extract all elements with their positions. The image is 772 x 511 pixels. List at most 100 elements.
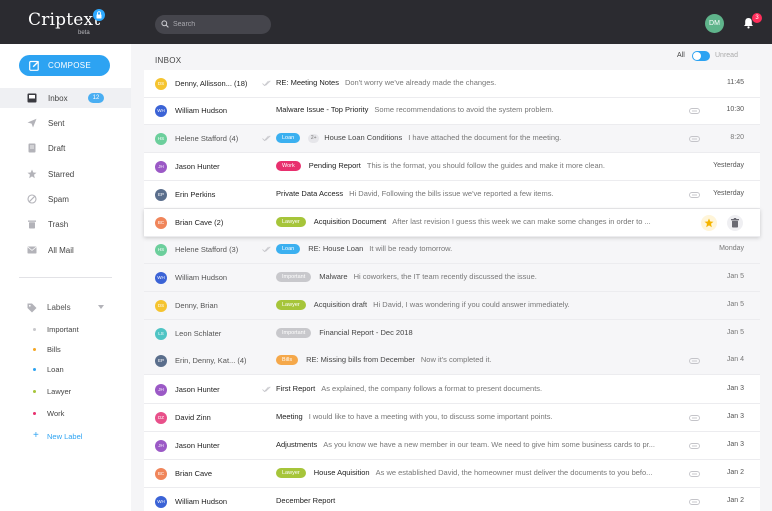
star-button[interactable] [701,215,717,231]
label-name: Important [47,325,79,334]
sidebar: COMPOSE Inbox 12 Sent Draft Starred Spam… [0,44,131,511]
chevron-down-icon[interactable] [98,305,104,309]
filter-unread-label[interactable]: Unread [715,52,738,59]
email-subject: Financial Report - Dec 2018 [319,328,413,337]
email-subject: Acquisition Document [313,217,387,226]
label-tag[interactable]: Loan [276,133,301,143]
label-item-bills[interactable]: Bills [33,344,123,356]
email-summary: Loan 2+ House Loan Conditions I have attach… [276,133,666,145]
email-row[interactable]: LS Leon Schlater Important Financial Report… [144,320,760,348]
unread-toggle[interactable] [692,51,710,61]
sidebar-item-spam[interactable]: Spam [0,189,131,209]
email-row[interactable]: WH William Hudson Important Malware Hi cowor… [144,264,760,292]
email-summary: Bills RE: Missing bills from December Now … [276,355,666,367]
label-item-work[interactable]: Work [33,408,123,420]
user-avatar[interactable]: DM [705,14,724,33]
email-row[interactable]: WH William Hudson December Report Jan 2 [144,488,760,511]
label-tag[interactable]: Lawyer [276,217,306,227]
label-item-loan[interactable]: Loan [33,364,123,376]
sender-name: David Zinn [175,413,211,422]
sidebar-item-label: All Mail [48,246,74,255]
sidebar-item-label: Spam [48,195,69,204]
sender-avatar: WH [155,272,167,284]
email-list: DS Denny, Allisson... (18) RE: Meeting Not… [144,70,760,511]
beta-label: beta [78,30,90,36]
sidebar-item-sent[interactable]: Sent [0,113,131,133]
trash-icon [731,218,739,228]
email-row[interactable]: JH Jason Hunter First Report As explained, … [144,376,760,404]
email-preview: Hi David, I was wondering if you could a… [373,300,570,309]
email-date: Jan 3 [726,441,744,448]
label-tag[interactable]: Work [276,161,301,171]
email-row[interactable]: BC Brian Cave (2) Lawyer Acquisition Docume… [144,209,760,237]
sidebar-item-inbox[interactable]: Inbox 12 [0,88,131,108]
email-summary: Important Malware Hi coworkers, the IT tea… [276,272,666,284]
read-check-icon [262,80,271,87]
email-row[interactable]: DS Denny, Brian Lawyer Acquisition draft Hi … [144,292,760,320]
label-name: Work [47,409,65,418]
sidebar-item-trash[interactable]: Trash [0,214,131,234]
label-tag[interactable]: Loan [276,244,301,254]
sidebar-item-starred[interactable]: Starred [0,164,131,184]
app-logo[interactable]: Criptext [28,10,100,30]
sidebar-item-draft[interactable]: Draft [0,138,131,158]
email-summary: Meeting I would like to have a meeting wi… [276,412,666,424]
read-check-icon [262,135,271,142]
sender-name: Brian Cave (2) [175,218,224,227]
sender-name: Helene Stafford (4) [175,134,239,143]
sender-avatar: HS [155,244,167,256]
sender-name: Jason Hunter [175,441,220,450]
sender-name: Erin, Denny, Kat... (4) [175,356,247,365]
label-dot [33,412,36,415]
email-row[interactable]: HS Helene Stafford (3) Loan RE: House Loan I… [144,236,760,264]
email-subject: Acquisition draft [313,300,368,309]
email-date: Jan 3 [726,413,744,420]
labels-heading: Labels [47,303,71,312]
search-bar[interactable] [155,15,271,34]
sender-avatar: EP [155,189,167,201]
email-date: Jan 3 [726,385,744,392]
page-title: INBOX [155,56,182,65]
email-subject: Malware [319,272,348,281]
sender-name: William Hudson [175,497,228,506]
labels-header[interactable]: Labels [27,302,107,314]
sender-avatar: DS [155,300,167,312]
sender-avatar: JH [155,440,167,452]
sender-name: Leon Schlater [175,329,222,338]
email-subject: House Loan Conditions [324,133,403,142]
email-row[interactable]: DS Denny, Allisson... (18) RE: Meeting Not… [144,70,760,98]
sender-avatar: BC [155,468,167,480]
label-tag[interactable]: Lawyer [276,300,306,310]
search-icon [161,20,169,28]
email-row[interactable]: BC Brian Cave Lawyer House Aquisition As we … [144,460,760,488]
email-summary: Work Pending Report This is the format, yo… [276,161,666,173]
email-row[interactable]: WH William Hudson Malware Issue - Top Prio… [144,97,760,125]
label-dot [33,348,36,351]
delete-button[interactable] [727,215,743,231]
email-row[interactable]: JH Jason Hunter Work Pending Report This is … [144,153,760,181]
label-item-lawyer[interactable]: Lawyer [33,386,123,398]
email-preview: Now it's completed it. [420,355,492,364]
email-date: 8:20 [730,134,744,141]
label-tag[interactable]: Lawyer [276,468,306,478]
email-subject: RE: Meeting Notes [276,78,339,87]
filter-all-label[interactable]: All [677,52,685,59]
label-item-important[interactable]: Important [33,324,123,336]
email-row[interactable]: DZ David Zinn Meeting I would like to have … [144,404,760,432]
email-subject: House Aquisition [313,468,370,477]
new-label-text: New Label [47,432,83,441]
label-tag[interactable]: Bills [276,355,299,365]
sidebar-item-all-mail[interactable]: All Mail [0,240,131,260]
email-summary: Lawyer Acquisition draft Hi David, I was w… [276,300,666,312]
email-row[interactable]: EP Erin Perkins Private Data Access Hi Davi… [144,181,760,209]
label-tag[interactable]: Important [276,272,312,282]
search-input[interactable] [173,18,263,31]
compose-button[interactable]: COMPOSE [19,55,110,76]
label-tag[interactable]: Important [276,328,312,338]
email-row[interactable]: HS Helene Stafford (4) Loan 2+ House Loan Co… [144,125,760,153]
email-preview: Hi David, Following the bills issue we'v… [349,189,554,198]
email-row[interactable]: EP Erin, Denny, Kat... (4) Bills RE: Missin… [144,347,760,375]
email-row[interactable]: JH Jason Hunter Adjustments As you know we … [144,432,760,460]
email-subject: First Report [276,384,316,393]
email-subject: Pending Report [308,161,361,170]
